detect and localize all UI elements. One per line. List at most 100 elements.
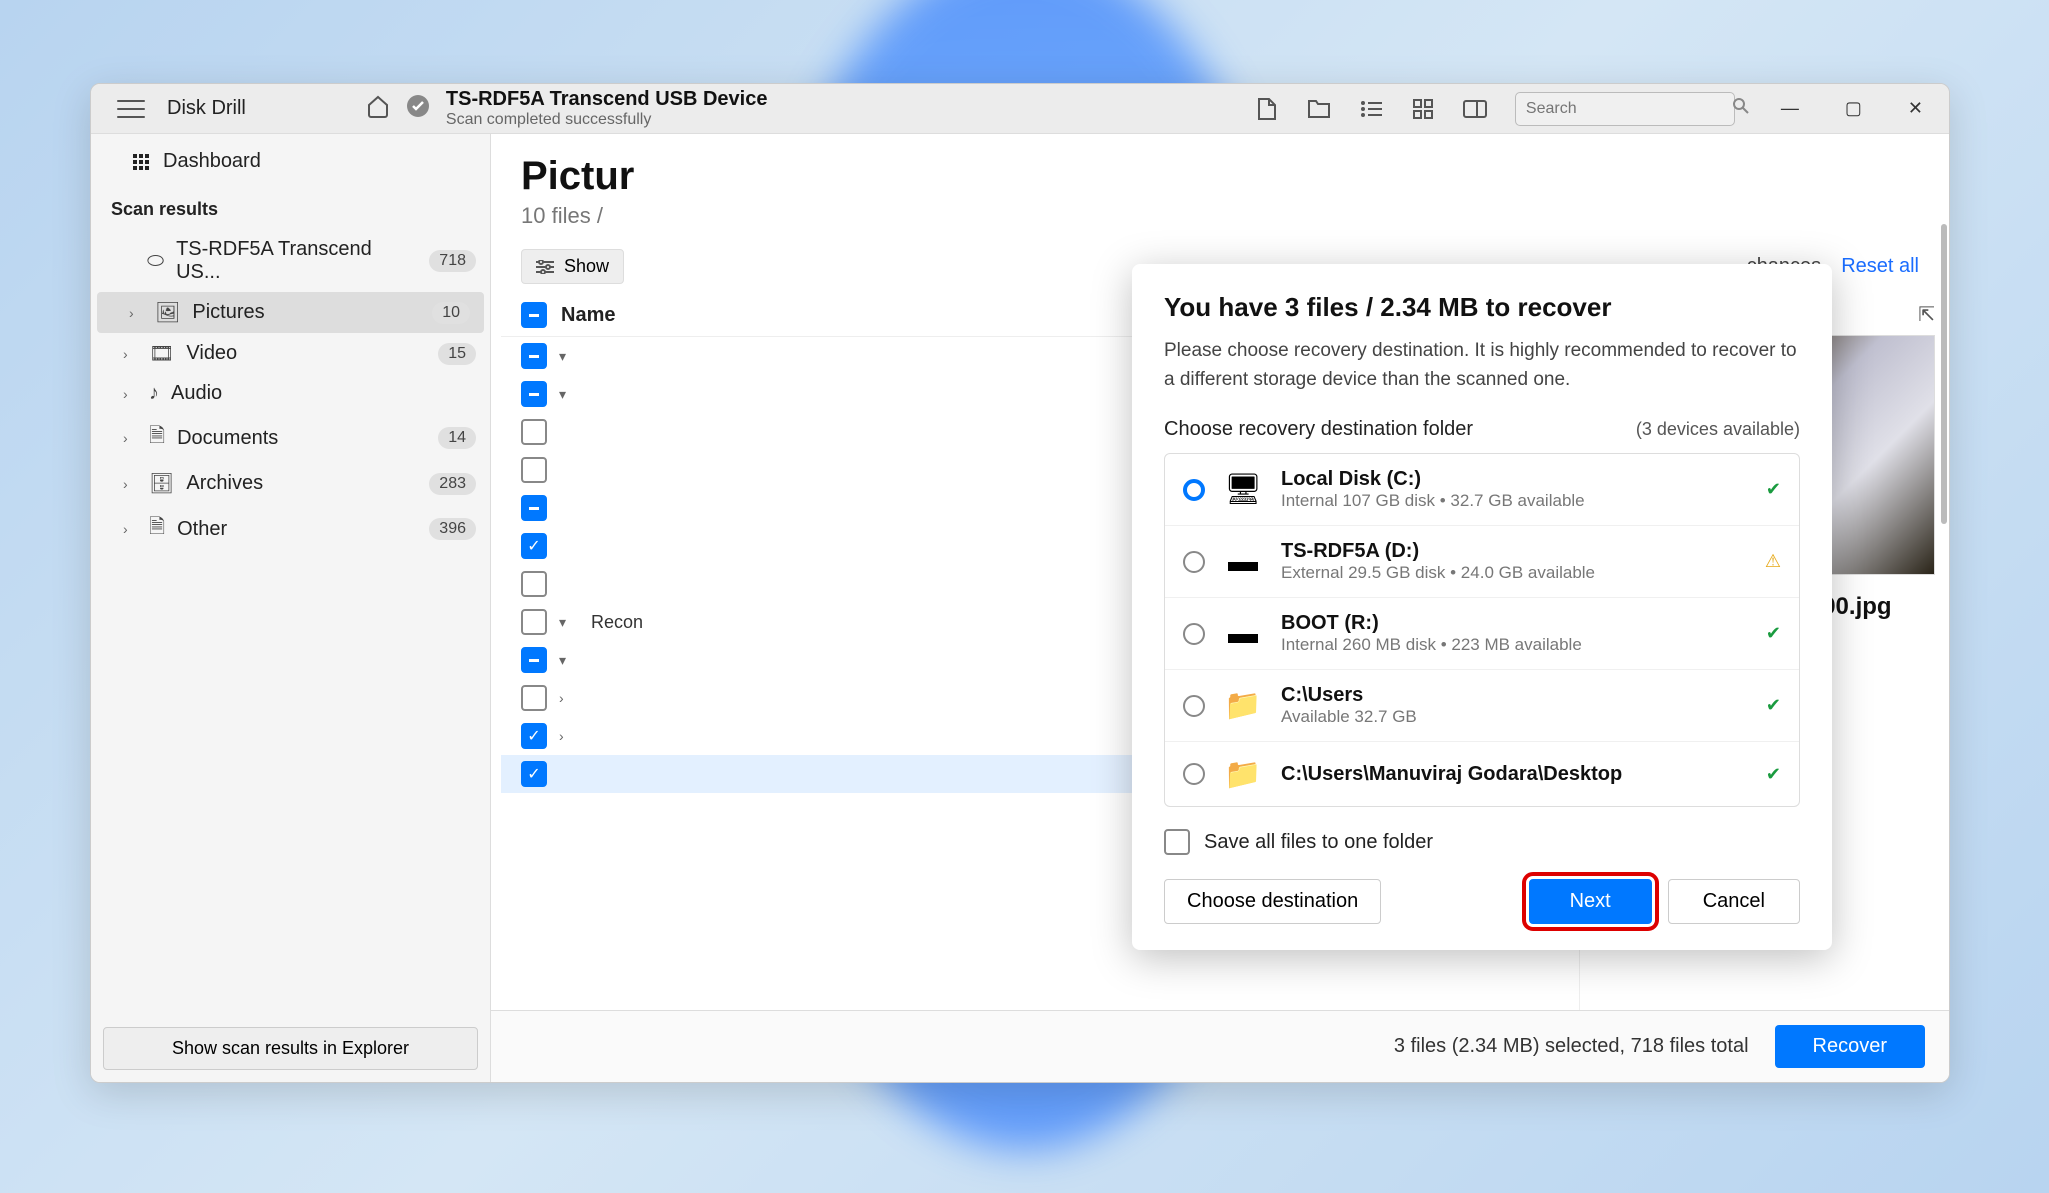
destination-name: Local Disk (C:) — [1281, 468, 1748, 491]
sidebar-item-label: Archives — [186, 472, 263, 495]
save-one-checkbox[interactable] — [1164, 829, 1190, 855]
scan-status: Scan completed successfully — [446, 111, 768, 129]
file-icon[interactable] — [1255, 97, 1279, 121]
destination-name: TS-RDF5A (D:) — [1281, 540, 1747, 563]
row-checkbox[interactable] — [521, 457, 547, 483]
sidebar-item-pictures[interactable]: › 🖼 Pictures 10 — [97, 292, 484, 333]
folder-icon: 📁 — [1223, 688, 1263, 724]
next-button[interactable]: Next — [1529, 879, 1652, 924]
destination-name: C:\Users\Manuviraj Godara\Desktop — [1281, 763, 1748, 786]
chevron-right-icon: › — [123, 521, 137, 537]
dashboard-icon — [133, 154, 149, 170]
pictures-icon: 🖼 — [155, 300, 180, 325]
status-ok-icon: ✔ — [1766, 479, 1781, 500]
dashboard-link[interactable]: Dashboard — [91, 134, 490, 189]
home-icon[interactable] — [366, 94, 390, 124]
chevron-right-icon: › — [123, 476, 137, 492]
save-to-one-folder-option[interactable]: Save all files to one folder — [1164, 829, 1800, 855]
destination-radio[interactable] — [1183, 763, 1205, 785]
row-chevron-icon[interactable]: ▾ — [559, 614, 579, 631]
main-area: Pictur 10 files / Show chances Reset all… — [491, 134, 1949, 1082]
page-title: Pictur — [521, 154, 1919, 199]
row-checkbox[interactable]: ✓ — [521, 761, 547, 787]
row-checkbox[interactable] — [521, 419, 547, 445]
statusbar: 3 files (2.34 MB) selected, 718 files to… — [491, 1010, 1949, 1082]
row-checkbox[interactable] — [521, 381, 547, 407]
recovery-destination-dialog: You have 3 files / 2.34 MB to recover Pl… — [1132, 264, 1832, 950]
sidebar-item-archives[interactable]: › 🗄 Archives 283 — [91, 463, 490, 504]
destination-detail: Internal 107 GB disk • 32.7 GB available — [1281, 491, 1748, 511]
destination-radio[interactable] — [1183, 623, 1205, 645]
app-title: Disk Drill — [167, 97, 246, 120]
audio-icon: ♪ — [149, 382, 159, 405]
select-all-checkbox[interactable] — [521, 302, 547, 328]
video-icon: 🎞 — [149, 341, 174, 366]
row-chevron-icon[interactable]: › — [559, 728, 579, 744]
device-count: 718 — [429, 250, 476, 272]
status-text: 3 files (2.34 MB) selected, 718 files to… — [1394, 1035, 1749, 1058]
devices-available: (3 devices available) — [1636, 419, 1800, 440]
chevron-right-icon: › — [123, 386, 137, 402]
sidebar-item-count: 283 — [429, 473, 476, 495]
dialog-title: You have 3 files / 2.34 MB to recover — [1164, 292, 1800, 323]
destination-option[interactable]: ▬ BOOT (R:) Internal 260 MB disk • 223 M… — [1165, 598, 1799, 670]
other-icon: 🗎 — [149, 512, 165, 546]
row-checkbox[interactable]: ✓ — [521, 533, 547, 559]
search-input[interactable] — [1526, 100, 1733, 118]
row-checkbox[interactable] — [521, 609, 547, 635]
choose-destination-button[interactable]: Choose destination — [1164, 879, 1381, 924]
popout-icon[interactable]: ⇱ — [1918, 302, 1935, 327]
cancel-button[interactable]: Cancel — [1668, 879, 1800, 924]
close-button[interactable]: ✕ — [1900, 94, 1931, 123]
row-checkbox[interactable] — [521, 571, 547, 597]
list-view-icon[interactable] — [1359, 97, 1383, 121]
sidebar-item-label: Video — [186, 342, 237, 365]
hamburger-icon[interactable] — [117, 100, 145, 118]
status-warning-icon: ⚠ — [1765, 551, 1781, 572]
row-checkbox[interactable]: ✓ — [521, 723, 547, 749]
dialog-description: Please choose recovery destination. It i… — [1164, 337, 1800, 394]
search-icon[interactable] — [1733, 98, 1749, 119]
device-label: TS-RDF5A Transcend US... — [176, 238, 417, 284]
folder-icon: 📁 — [1223, 756, 1263, 792]
sidebar-item-count: 10 — [432, 302, 470, 324]
destination-option[interactable]: 🖥 Local Disk (C:) Internal 107 GB disk •… — [1165, 454, 1799, 526]
sidebar-item-documents[interactable]: › 🗎 Documents 14 — [91, 413, 490, 463]
destination-name: BOOT (R:) — [1281, 612, 1748, 635]
sidebar-item-other[interactable]: › 🗎 Other 396 — [91, 504, 490, 554]
minimize-button[interactable]: — — [1773, 94, 1807, 123]
sidebar-device[interactable]: ⬭ TS-RDF5A Transcend US... 718 — [91, 230, 490, 292]
destination-option[interactable]: 📁 C:\Users Available 32.7 GB ✔ — [1165, 670, 1799, 742]
row-checkbox[interactable] — [521, 343, 547, 369]
sidebar-item-count: 14 — [438, 427, 476, 449]
show-in-explorer-button[interactable]: Show scan results in Explorer — [103, 1027, 478, 1070]
disk-icon: ⬭ — [147, 250, 164, 273]
destination-option[interactable]: 📁 C:\Users\Manuviraj Godara\Desktop ✔ — [1165, 742, 1799, 806]
recover-button[interactable]: Recover — [1775, 1025, 1925, 1068]
search-box[interactable] — [1515, 92, 1735, 126]
scan-complete-icon — [406, 94, 430, 124]
sidebar-item-label: Other — [177, 518, 227, 541]
row-chevron-icon[interactable]: ▾ — [559, 348, 579, 365]
panel-toggle-icon[interactable] — [1463, 97, 1487, 121]
destination-radio[interactable] — [1183, 479, 1205, 501]
sidebar-item-video[interactable]: › 🎞 Video 15 — [91, 333, 490, 374]
destination-radio[interactable] — [1183, 551, 1205, 573]
grid-view-icon[interactable] — [1411, 97, 1435, 121]
destination-detail: Available 32.7 GB — [1281, 707, 1748, 727]
chevron-right-icon: › — [123, 346, 137, 362]
row-checkbox[interactable] — [521, 495, 547, 521]
folder-icon[interactable] — [1307, 97, 1331, 121]
destination-option[interactable]: ▬ TS-RDF5A (D:) External 29.5 GB disk • … — [1165, 526, 1799, 598]
row-checkbox[interactable] — [521, 647, 547, 673]
row-chevron-icon[interactable]: ▾ — [559, 652, 579, 669]
sidebar-item-audio[interactable]: › ♪ Audio — [91, 374, 490, 413]
reset-all-link[interactable]: Reset all — [1841, 255, 1919, 278]
show-filter-button[interactable]: Show — [521, 249, 624, 284]
sidebar-item-label: Documents — [177, 427, 278, 450]
row-chevron-icon[interactable]: ▾ — [559, 386, 579, 403]
destination-radio[interactable] — [1183, 695, 1205, 717]
row-checkbox[interactable] — [521, 685, 547, 711]
row-chevron-icon[interactable]: › — [559, 690, 579, 706]
maximize-button[interactable]: ▢ — [1837, 94, 1870, 123]
